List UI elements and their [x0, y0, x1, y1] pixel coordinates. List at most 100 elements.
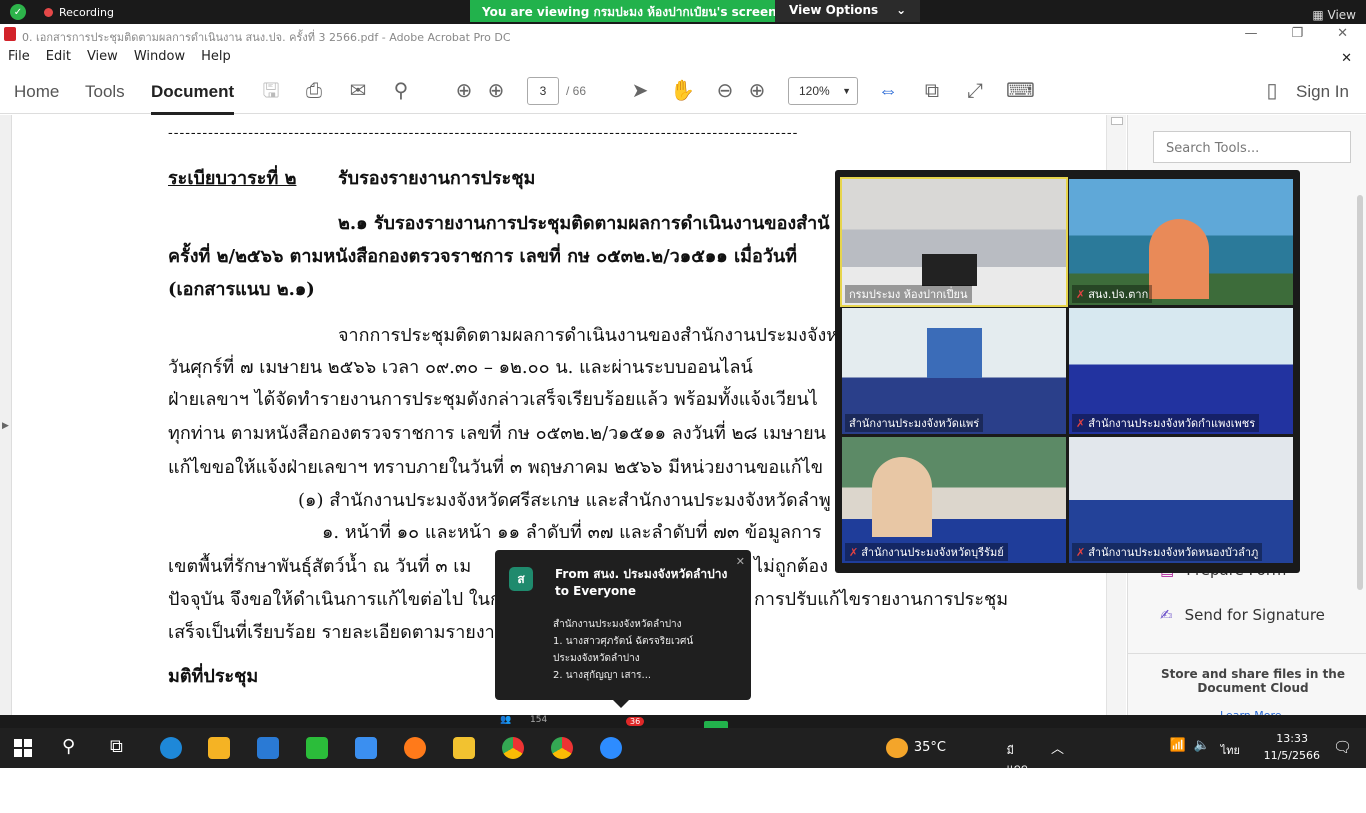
page-number-input[interactable]: 3 — [527, 77, 559, 105]
menu-edit[interactable]: Edit — [38, 46, 79, 68]
chat-badge[interactable]: 36 — [626, 717, 645, 726]
chat-tail — [613, 700, 629, 708]
video-tile[interactable]: ✗ สำนักงานประมงจังหวัดบุรีรัมย์ — [842, 437, 1066, 563]
sender-avatar: ส — [509, 567, 533, 591]
para-3-line-4b: การปรับแก้ไขรายงานการประชุม — [754, 589, 1009, 610]
scroll-thumb[interactable] — [1111, 117, 1123, 125]
participant-name-text: สนง.ปจ.ตาก — [1088, 288, 1149, 301]
windows-start-icon[interactable] — [14, 739, 32, 757]
tab-document[interactable]: Document — [151, 82, 235, 115]
zoom-app-icon[interactable] — [355, 737, 377, 759]
edge-icon[interactable] — [160, 737, 182, 759]
line-icon[interactable] — [306, 737, 328, 759]
language-indicator[interactable]: ไทย — [1221, 741, 1240, 759]
previous-page-icon[interactable]: ⊕ — [452, 79, 476, 103]
view-options-button[interactable]: View Options ⌄ — [775, 0, 921, 22]
participant-name: ✗ สนง.ปจ.ตาก — [1072, 285, 1153, 303]
next-page-icon[interactable]: ⊕ — [484, 79, 508, 103]
banner — [927, 328, 982, 378]
tray-chevron-icon[interactable]: ︿ — [1051, 738, 1064, 757]
task-view-icon[interactable]: ⧉ — [110, 736, 123, 757]
para-3-line-1: (๑) สำนักงานประมงจังหวัดศรีสะเกษ และสำนั… — [298, 490, 831, 511]
zoom-select[interactable]: 120% ▼ — [788, 77, 858, 105]
menu-view[interactable]: View — [79, 46, 126, 68]
participant-name: กรมประมง ห้องปากเปี่ยน — [845, 285, 972, 303]
print-icon[interactable]: ⎙ — [302, 79, 326, 103]
mobile-icon[interactable]: ▯ — [1260, 79, 1284, 103]
email-icon[interactable]: ✉ — [346, 79, 370, 103]
video-tile[interactable]: ✗ สำนักงานประมงจังหวัดหนองบัวลำภู — [1069, 437, 1293, 563]
sign-in-button[interactable]: Sign In — [1296, 82, 1349, 102]
left-panel-toggle[interactable]: ▶ — [0, 115, 12, 715]
window-title: 0. เอกสารการประชุมติดตามผลการดำเนินงาน ส… — [22, 31, 511, 44]
view-label: View — [1327, 8, 1356, 22]
notification-icon[interactable]: 🗨 — [1333, 738, 1352, 756]
firefox-icon[interactable] — [404, 737, 426, 759]
full-screen-icon[interactable]: ⤢ — [963, 79, 987, 103]
chrome-profile-icon[interactable] — [551, 737, 573, 759]
muted-mic-icon: ✗ — [849, 546, 859, 559]
chat-line: สำนักงานประมงจังหวัดลำปาง — [553, 619, 682, 630]
zoom-controls-bar: 👥 154 36 — [0, 715, 1366, 728]
mail-icon[interactable] — [257, 737, 279, 759]
close-icon[interactable]: ✕ — [1337, 26, 1348, 41]
video-tile[interactable]: กรมประมง ห้องปากเปี่ยน — [840, 177, 1068, 307]
recording-indicator: ✓ Recording — [10, 4, 114, 20]
video-tile[interactable]: ✗ สนง.ปจ.ตาก — [1069, 179, 1293, 305]
participants-icon[interactable]: 👥 — [500, 715, 511, 725]
menu-file[interactable]: File — [0, 46, 38, 68]
clock-time[interactable]: 13:33 — [1276, 732, 1308, 745]
muted-mic-icon: ✗ — [1076, 417, 1086, 430]
tv-screen — [922, 254, 977, 286]
chat-notification[interactable]: ส From สนง. ประมงจังหวัดลำปาง to Everyon… — [495, 550, 751, 708]
para-3-line-3b: ไม่ถูกต้อง — [754, 556, 829, 577]
para-3-line-2: ๑. หน้าที่ ๑๐ และหน้า ๑๑ ลำดับที่ ๓๗ และ… — [322, 522, 822, 543]
fit-width-icon[interactable]: ⇔ — [876, 79, 900, 103]
expand-arrow-icon: ▶ — [2, 421, 9, 431]
tools-scrollbar[interactable] — [1357, 195, 1363, 590]
para-2-line-3: ฝ่ายเลขาฯ ได้จัดทำรายงานการประชุมดังกล่า… — [168, 389, 818, 410]
menu-help[interactable]: Help — [193, 46, 239, 68]
minimize-icon[interactable]: — — [1244, 26, 1257, 41]
maximize-icon[interactable]: ❐ — [1291, 26, 1303, 41]
tab-home[interactable]: Home — [14, 82, 59, 102]
video-tile[interactable]: ✗ สำนักงานประมงจังหวัดกำแพงเพชร — [1069, 308, 1293, 434]
participant-name-text: สำนักงานประมงจังหวัดหนองบัวลำภู — [1088, 546, 1259, 559]
zoom-meeting-icon[interactable] — [600, 737, 622, 759]
close-document-icon[interactable]: ✕ — [1333, 48, 1360, 69]
fit-page-icon[interactable]: ⧉ — [920, 79, 944, 103]
tab-tools[interactable]: Tools — [85, 82, 125, 102]
close-icon[interactable]: ✕ — [736, 555, 745, 568]
search-tools-input[interactable]: Search Tools... — [1153, 131, 1351, 163]
store-icon[interactable] — [208, 737, 230, 759]
chrome-icon[interactable] — [502, 737, 524, 759]
recording-label: Recording — [59, 5, 115, 19]
zoom-in-icon[interactable]: ⊕ — [745, 79, 769, 103]
video-gallery: กรมประมง ห้องปากเปี่ยน ✗ สนง.ปจ.ตาก สำนัก… — [835, 170, 1300, 573]
participant-name: ✗ สำนักงานประมงจังหวัดกำแพงเพชร — [1072, 414, 1260, 432]
chat-line: 2. นางสุกัญญา เสาร... — [553, 670, 652, 681]
hand-tool-icon[interactable]: ✋ — [670, 79, 695, 103]
select-cursor-icon[interactable]: ➤ — [628, 79, 652, 103]
file-explorer-icon[interactable] — [453, 737, 475, 759]
network-icon[interactable]: 📶 — [1170, 738, 1186, 753]
weather-icon[interactable] — [886, 738, 908, 758]
volume-icon[interactable]: 🔈 — [1194, 738, 1210, 753]
more-tools-icon[interactable]: ⌨ — [1006, 79, 1035, 103]
menu-window[interactable]: Window — [126, 46, 193, 68]
record-dot-icon — [44, 7, 53, 17]
send-signature-tool[interactable]: ✍ Send for Signature — [1160, 606, 1325, 624]
view-button[interactable]: ▦ View — [1312, 8, 1356, 22]
share-screen-icon[interactable] — [704, 721, 728, 728]
weather-temp[interactable]: 35°C — [914, 740, 946, 755]
agenda-title: ระเบียบวาระที่ ๒ — [168, 168, 297, 189]
save-icon[interactable]: 🖫 — [259, 79, 283, 103]
participant-name-text: สำนักงานประมงจังหวัดกำแพงเพชร — [1088, 417, 1256, 430]
video-tile[interactable]: สำนักงานประมงจังหวัดแพร่ — [842, 308, 1066, 434]
weather-text[interactable]: มีแดดบางส่วน — [1007, 741, 1028, 813]
zoom-out-icon[interactable]: ⊖ — [713, 79, 737, 103]
divider — [1128, 653, 1366, 654]
search-icon[interactable]: ⚲ — [62, 736, 75, 757]
search-icon[interactable]: ⚲ — [389, 79, 413, 103]
clock-date[interactable]: 11/5/2566 — [1264, 749, 1320, 762]
